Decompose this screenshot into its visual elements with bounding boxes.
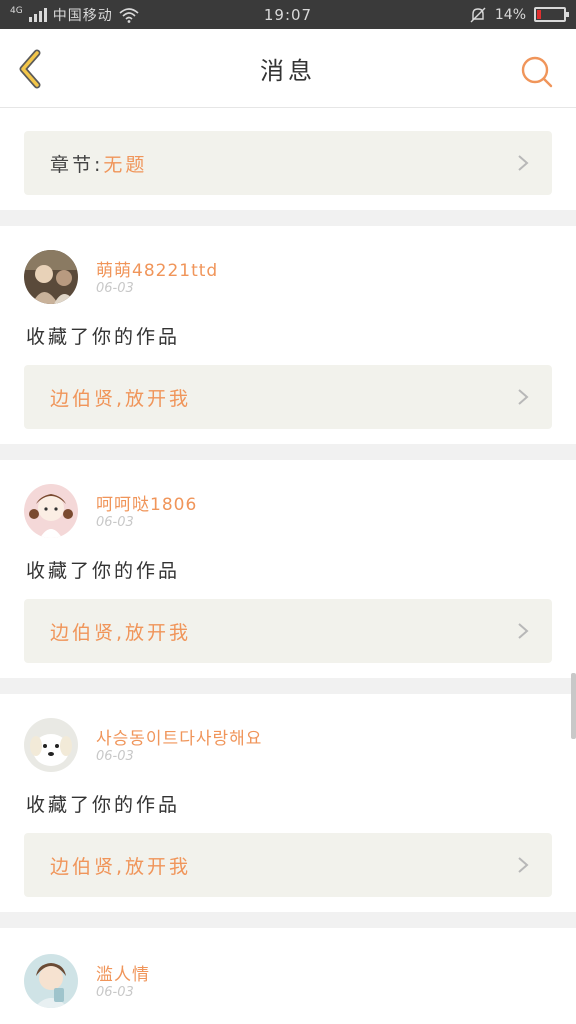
signal-icon <box>28 7 47 22</box>
message-card-partial: 章节: 无题 <box>0 108 576 210</box>
battery-percent: 14% <box>494 6 526 23</box>
scrollbar[interactable] <box>571 673 576 739</box>
chapter-link[interactable]: 章节: 无题 <box>24 131 552 195</box>
avatar[interactable] <box>24 718 78 772</box>
status-right: 14% <box>469 6 576 24</box>
page-title: 消息 <box>260 56 316 85</box>
chevron-right-icon <box>518 857 529 873</box>
work-title: 边伯贤,放开我 <box>50 387 192 410</box>
avatar[interactable] <box>24 250 78 304</box>
work-link[interactable]: 边伯贤,放开我 <box>24 833 552 897</box>
chevron-right-icon <box>518 155 529 171</box>
status-bar: 4G 中国移动 19:07 14% <box>0 0 576 29</box>
mute-bell-icon <box>470 7 486 22</box>
chapter-label: 章节: <box>50 153 104 176</box>
message-date: 06-03 <box>96 515 134 530</box>
work-title: 边伯贤,放开我 <box>50 621 192 644</box>
message-text: 收藏了你的作品 <box>26 326 181 348</box>
message-card: 萌萌48221ttd 06-03 收藏了你的作品 边伯贤,放开我 <box>0 226 576 444</box>
user-name[interactable]: 萌萌48221ttd <box>96 256 218 281</box>
battery-icon <box>534 7 569 22</box>
message-date: 06-03 <box>96 749 134 764</box>
app-header: 消息 <box>0 29 576 108</box>
message-date: 06-03 <box>96 281 134 296</box>
message-text: 收藏了你的作品 <box>26 560 181 582</box>
message-list[interactable]: 章节: 无题 萌萌48221ttd 06-03 收藏了你的作品 边伯贤,放开我 <box>0 108 576 1024</box>
battery-level <box>537 10 541 19</box>
avatar[interactable] <box>24 484 78 538</box>
message-card: 滥人情 06-03 <box>0 928 576 1024</box>
chevron-right-icon <box>518 623 529 639</box>
chevron-left-icon <box>19 49 41 89</box>
status-left: 4G 中国移动 <box>0 5 139 25</box>
work-link[interactable]: 边伯贤,放开我 <box>24 365 552 429</box>
chapter-title: 无题 <box>103 153 148 176</box>
work-link[interactable]: 边伯贤,放开我 <box>24 599 552 663</box>
search-icon[interactable] <box>520 55 554 89</box>
work-title: 边伯贤,放开我 <box>50 855 192 878</box>
message-card: 呵呵哒1806 06-03 收藏了你的作品 边伯贤,放开我 <box>0 460 576 678</box>
avatar[interactable] <box>24 954 78 1008</box>
user-name[interactable]: 사승동이트다사랑해요 <box>96 724 262 749</box>
wifi-icon <box>119 7 139 23</box>
message-text: 收藏了你的作品 <box>26 794 181 816</box>
message-date: 06-03 <box>96 985 134 1000</box>
chevron-right-icon <box>518 389 529 405</box>
network-type: 4G <box>10 6 23 16</box>
user-name[interactable]: 滥人情 <box>96 960 150 985</box>
back-button[interactable] <box>12 49 48 89</box>
user-name[interactable]: 呵呵哒1806 <box>96 490 197 515</box>
message-card: 사승동이트다사랑해요 06-03 收藏了你的作品 边伯贤,放开我 <box>0 694 576 912</box>
carrier-name: 中国移动 <box>52 7 113 24</box>
